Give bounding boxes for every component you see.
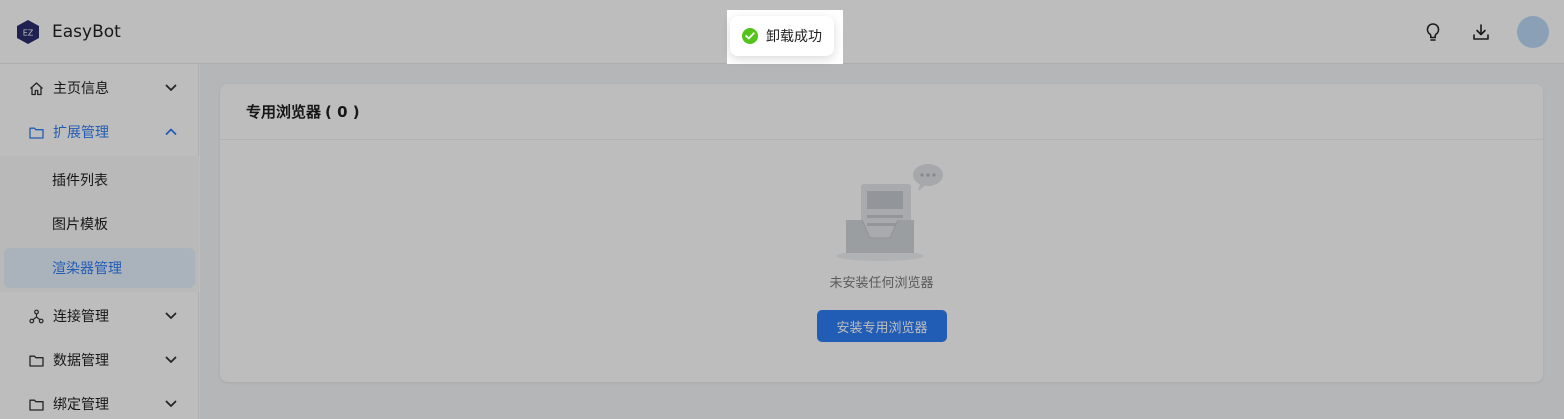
check-circle-icon	[742, 28, 758, 44]
toast-message: 卸载成功	[766, 29, 822, 45]
toast-container: 卸载成功	[727, 10, 843, 64]
success-toast: 卸载成功	[730, 16, 834, 56]
